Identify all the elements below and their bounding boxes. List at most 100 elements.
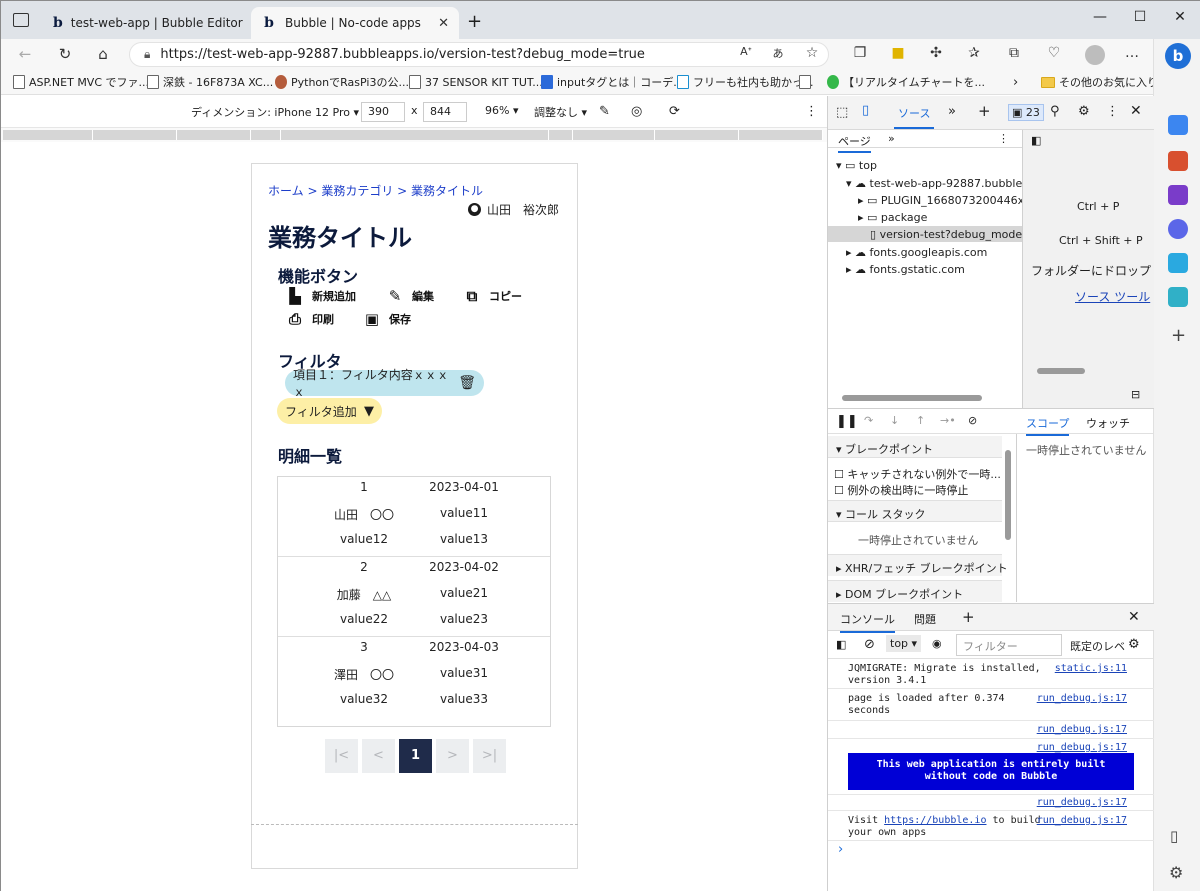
breakpoints-header[interactable]: ▾ ブレークポイント — [828, 436, 1002, 458]
tab-page[interactable]: ページ — [838, 133, 871, 153]
issues-badge[interactable]: ▣ 23 — [1008, 104, 1044, 121]
step-over-icon[interactable]: ↷ — [864, 414, 873, 427]
console-source-link[interactable]: run_debug.js:17 — [1037, 693, 1127, 704]
tree-item-file[interactable]: ▯ version-test?debug_mode=tr — [870, 228, 1040, 241]
pause-icon[interactable]: ❚❚ — [836, 414, 858, 429]
sidebar-outlook-icon[interactable] — [1168, 253, 1188, 273]
log-levels-select[interactable]: 既定のレベ — [1070, 638, 1125, 654]
breadcrumb[interactable]: ホーム > 業務カテゴリ > 業務タイトル — [268, 182, 483, 199]
eyedropper-icon[interactable]: ✎ — [599, 104, 610, 119]
bookmark-item[interactable] — [799, 73, 811, 91]
ruler-segment[interactable] — [3, 130, 93, 140]
copy-button[interactable]: ⧉ コピー — [464, 288, 522, 304]
avatar[interactable] — [1085, 45, 1105, 65]
console-source-link[interactable]: run_debug.js:17 — [1037, 742, 1127, 753]
bookmark-item[interactable]: 37 SENSOR KIT TUT... — [409, 73, 543, 91]
ruler-segment[interactable] — [573, 130, 655, 140]
list-item[interactable]: 2 2023-04-02 加藤 △△ value21 value22 value… — [278, 557, 550, 637]
ruler-segment[interactable] — [549, 130, 573, 140]
maximize-button[interactable]: ☐ — [1127, 9, 1153, 31]
bookmark-item[interactable]: フリーも社内も助かっ... — [677, 73, 814, 91]
step-out-icon[interactable]: ↑ — [916, 414, 925, 427]
next-page-button[interactable]: > — [436, 739, 469, 773]
rotate-icon[interactable]: ⟳ — [669, 104, 680, 119]
sidebar-tool-icon[interactable] — [1168, 115, 1188, 135]
bing-icon[interactable]: b — [1165, 43, 1191, 69]
device-width-input[interactable]: 390 — [361, 102, 405, 122]
filter-chip[interactable]: 項目１：フィルタ内容ｘｘｘｘ 🗑︎ — [285, 368, 484, 399]
pause-caught-checkbox[interactable]: ☐ 例外の検出時に一時停止 — [834, 482, 968, 498]
ruler-segment[interactable] — [655, 130, 739, 140]
add-icon[interactable]: + — [962, 608, 975, 626]
more-tabs-icon[interactable]: » — [888, 132, 895, 145]
first-page-button[interactable]: |< — [325, 739, 358, 773]
add-filter-button[interactable]: フィルタ追加 ▼ — [277, 398, 382, 424]
add-icon[interactable]: + — [1171, 325, 1186, 346]
console-source-link[interactable]: run_debug.js:17 — [1037, 797, 1127, 808]
horizontal-scrollbar[interactable] — [842, 395, 982, 401]
new-tab-button[interactable]: + — [467, 11, 482, 32]
call-stack-header[interactable]: ▾ コール スタック — [828, 500, 1002, 522]
read-aloud-icon[interactable]: Aᐩ — [735, 45, 757, 65]
ruler-segment[interactable] — [739, 130, 823, 140]
context-select[interactable]: top ▾ — [886, 635, 922, 652]
extension-icon[interactable]: ■ — [887, 45, 909, 65]
ruler-segment[interactable] — [281, 130, 549, 140]
minimize-button[interactable]: — — [1087, 9, 1113, 31]
ruler-segment[interactable] — [251, 130, 281, 140]
device-height-input[interactable]: 844 — [423, 102, 467, 122]
step-icon[interactable]: →• — [940, 414, 956, 427]
bookmark-item[interactable]: PythonでRasPi3の公... — [275, 73, 409, 91]
user-info[interactable]: ● 山田 裕次郎 — [468, 201, 559, 218]
step-into-icon[interactable]: ↓ — [890, 414, 899, 427]
more-menu-icon[interactable]: … — [1121, 45, 1143, 65]
bookmark-item[interactable]: ASP.NET MVC でファ... — [13, 73, 149, 91]
tree-item-package[interactable]: ▸ ▭ package — [858, 211, 927, 224]
network-icon[interactable]: ⚲ — [1050, 104, 1060, 119]
extension-icon[interactable]: ❐ — [849, 45, 871, 65]
trash-icon[interactable]: 🗑︎ — [458, 375, 476, 391]
close-icon[interactable]: ✕ — [438, 16, 449, 31]
clear-console-icon[interactable]: ⊘ — [864, 637, 875, 652]
tree-item-domain[interactable]: ▾ ☁ test-web-app-92887.bubbleapp — [846, 177, 1043, 190]
tab-scope[interactable]: スコープ — [1026, 415, 1070, 436]
throttle-select[interactable]: 調整なし ▾ — [534, 104, 587, 120]
tab-watch[interactable]: ウォッチ — [1086, 415, 1130, 431]
list-item[interactable]: 1 2023-04-01 山田 〇〇 value11 value12 value… — [278, 477, 550, 557]
url-bar[interactable]: 🔒︎ https://test-web-app-92887.bubbleapps… — [129, 42, 829, 67]
tab-bubble-app[interactable]: b Bubble | No-code apps ✕ — [251, 7, 459, 39]
last-page-button[interactable]: >| — [473, 739, 506, 773]
device-dimension-select[interactable]: ディメンション: iPhone 12 Pro ▾ — [191, 104, 359, 120]
settings-gear-icon[interactable]: ⚙ — [1128, 637, 1140, 652]
sidebar-toggle-icon[interactable]: ◧ — [1031, 134, 1041, 147]
settings-gear-icon[interactable]: ⚙ — [1078, 104, 1090, 119]
close-icon[interactable]: ✕ — [1128, 609, 1140, 625]
close-icon[interactable]: ✕ — [1130, 103, 1142, 119]
more-options-icon[interactable]: ⋮ — [998, 132, 1009, 145]
refresh-icon[interactable]: ↻ — [55, 45, 75, 65]
device-toggle-icon[interactable]: ▯ — [862, 103, 869, 118]
other-favorites-folder[interactable]: その他のお気に入り — [1041, 73, 1158, 91]
inspect-icon[interactable]: ⬚ — [836, 105, 848, 120]
save-button[interactable]: ▣ 保存 — [364, 311, 411, 327]
sensor-icon[interactable]: ◎ — [631, 104, 642, 119]
xhr-breakpoints-header[interactable]: ▸ XHR/フェッチ ブレークポイント — [828, 554, 1008, 576]
tab-sources[interactable]: ソース — [894, 105, 935, 129]
tab-issues[interactable]: 問題 — [914, 611, 936, 627]
tab-console[interactable]: コンソール — [840, 611, 895, 633]
dom-breakpoints-header[interactable]: ▸ DOM ブレークポイント — [828, 580, 1002, 602]
source-tools-link[interactable]: ソース ツール — [1075, 288, 1150, 305]
add-icon[interactable]: + — [978, 102, 991, 120]
health-icon[interactable]: ♡ — [1043, 45, 1065, 65]
console-source-link[interactable]: run_debug.js:17 — [1037, 724, 1127, 735]
zoom-select[interactable]: 96% ▾ — [485, 104, 518, 117]
console-prompt[interactable]: › — [838, 842, 843, 857]
tab-actions-icon[interactable] — [13, 13, 29, 27]
home-icon[interactable]: ⌂ — [93, 45, 113, 65]
deactivate-breakpoints-icon[interactable]: ⊘ — [968, 414, 977, 427]
edit-button[interactable]: ✎ 編集 — [387, 288, 434, 304]
tree-item-fonts-googleapis[interactable]: ▸ ☁ fonts.googleapis.com — [846, 246, 987, 259]
console-drawer-icon[interactable]: ⊟ — [1131, 388, 1140, 401]
chevron-right-icon[interactable]: › — [1013, 73, 1018, 91]
favorite-star-icon[interactable]: ☆ — [801, 45, 823, 65]
